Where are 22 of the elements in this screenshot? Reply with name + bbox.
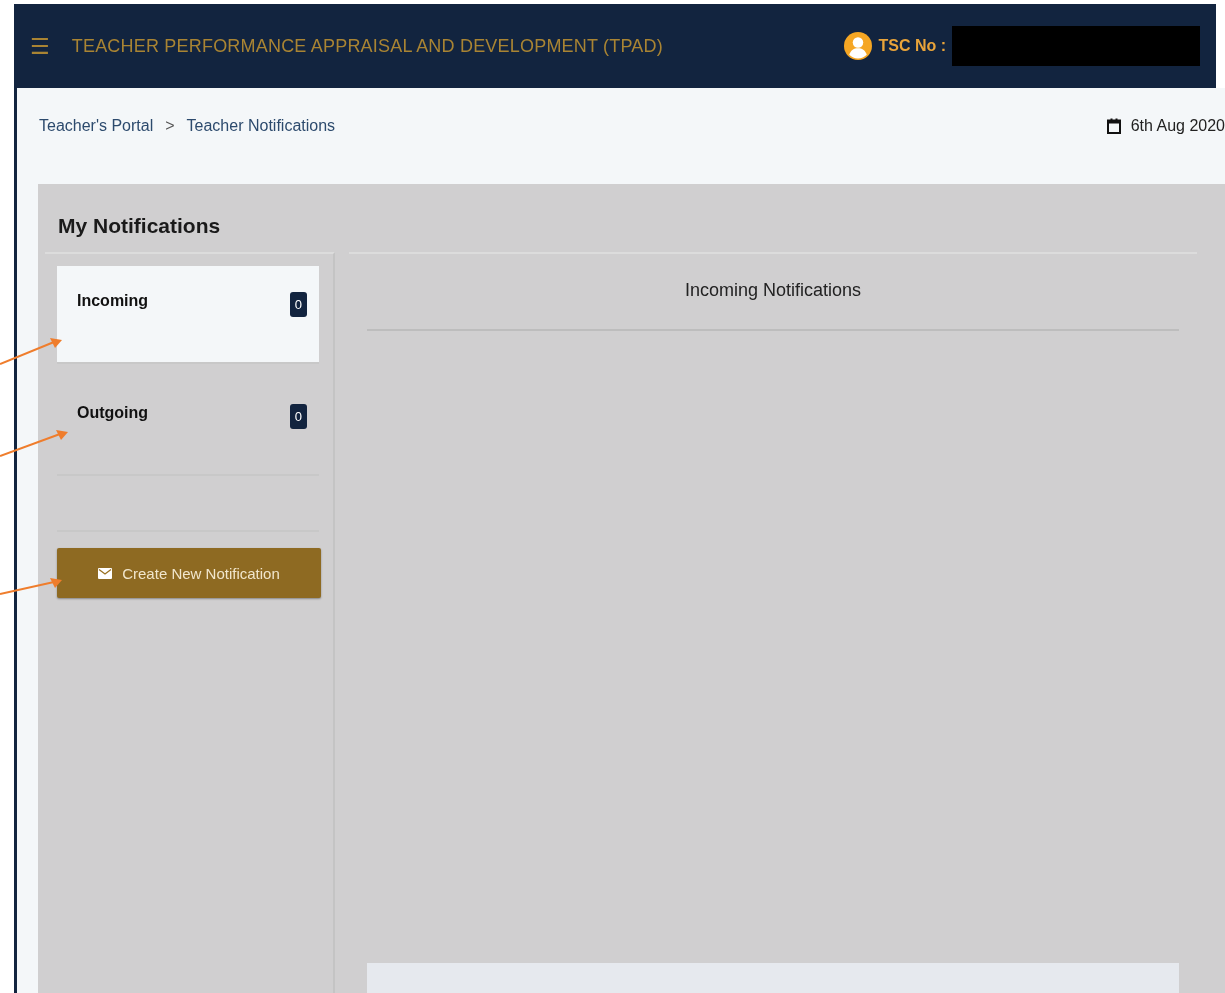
annotation-arrow xyxy=(0,430,68,457)
app-title: TEACHER PERFORMANCE APPRAISAL AND DEVELOPMENT (TPAD) xyxy=(71,35,664,57)
envelope-icon xyxy=(98,567,113,579)
user-label: TSC No : xyxy=(878,37,946,55)
calendar-icon xyxy=(1106,118,1121,134)
menu-button[interactable]: ☰ xyxy=(30,33,50,59)
folder-item[interactable]: Incoming 0 xyxy=(57,266,319,364)
breadcrumb-link[interactable]: Teacher Notifications xyxy=(186,117,336,135)
folder-item[interactable]: Outgoing 0 xyxy=(57,378,319,476)
count-badge: 0 xyxy=(289,292,307,317)
breadcrumb-link[interactable]: Teacher's Portal xyxy=(39,117,154,135)
folder-label: Incoming xyxy=(77,292,149,310)
breadcrumb-separator: > xyxy=(165,117,175,135)
count-badge: 0 xyxy=(289,404,307,429)
annotation-arrow xyxy=(0,578,62,595)
section-title: My Notifications xyxy=(57,213,222,239)
panel-title: Incoming Notifications xyxy=(683,279,863,302)
user-avatar-icon xyxy=(844,32,873,60)
create-notification-button[interactable]: Create New Notification xyxy=(57,548,321,598)
date-text: 6th Aug 2020 xyxy=(1130,117,1225,135)
folder-label: Outgoing xyxy=(77,404,149,422)
annotation-arrow xyxy=(0,338,62,365)
